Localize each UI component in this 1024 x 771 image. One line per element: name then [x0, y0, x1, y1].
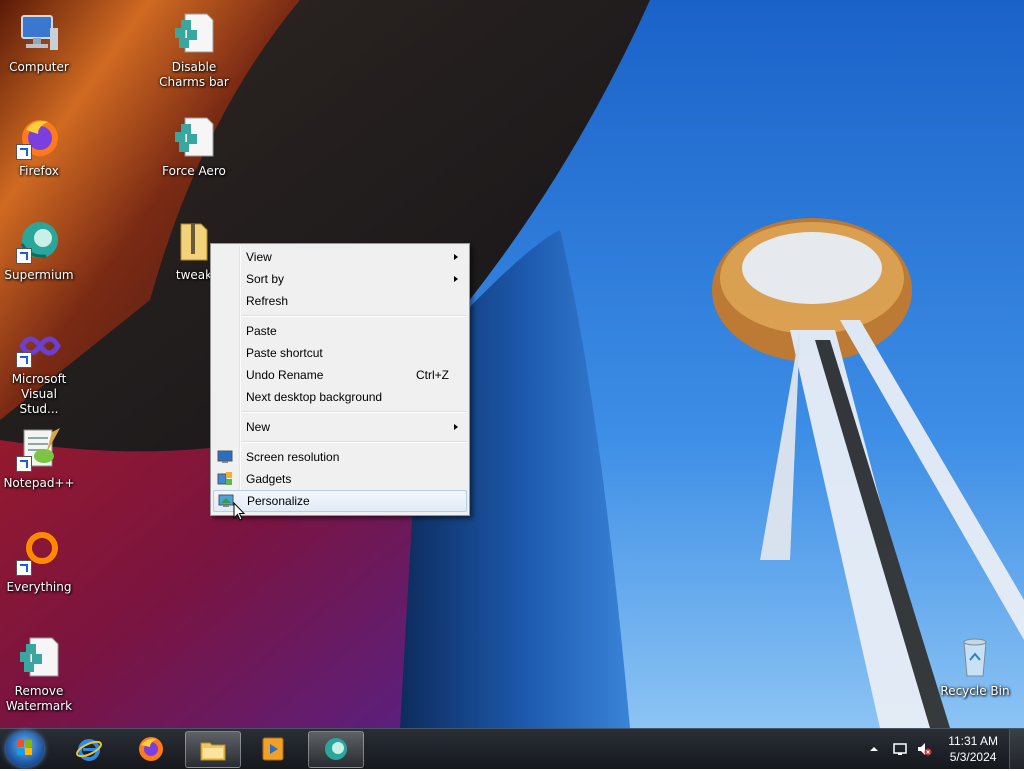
- menu-item-sort-by[interactable]: Sort by: [213, 268, 467, 290]
- taskbar-media-player[interactable]: [246, 731, 300, 766]
- desktop-icon-computer[interactable]: Computer: [0, 10, 78, 75]
- action-center-icon[interactable]: [892, 741, 908, 757]
- desktop-icon-label: Disable Charms bar: [159, 60, 229, 89]
- shortcut-arrow-icon: [16, 352, 32, 368]
- firefox-icon: [139, 737, 163, 761]
- menu-item-undo-rename[interactable]: Undo Rename Ctrl+Z: [213, 364, 467, 386]
- windows-logo-icon: [17, 740, 32, 755]
- desktop-context-menu: View Sort by Refresh Paste Paste shortcu…: [210, 243, 470, 516]
- desktop-icon-label: Everything: [6, 580, 72, 594]
- desktop-icon-firefox[interactable]: Firefox: [0, 114, 78, 179]
- start-button[interactable]: [6, 731, 44, 767]
- shortcut-arrow-icon: [16, 144, 32, 160]
- menu-item-refresh[interactable]: Refresh: [213, 290, 467, 312]
- clock-date: 5/3/2024: [949, 750, 997, 764]
- menu-item-label: Undo Rename: [246, 368, 324, 382]
- recycle-bin-icon: [963, 638, 987, 677]
- media-player-icon: [262, 737, 284, 761]
- desktop[interactable]: Computer Firefox Supermium Microsoft Vis…: [0, 0, 1024, 728]
- menu-item-label: Refresh: [246, 294, 289, 308]
- menu-item-personalize[interactable]: Personalize: [213, 490, 467, 512]
- menu-separator: [241, 411, 467, 413]
- menu-item-shortcut: Ctrl+Z: [416, 368, 449, 382]
- wallpaper: [0, 0, 1024, 728]
- desktop-icon-label: Supermium: [4, 268, 74, 282]
- internet-explorer-icon: [76, 739, 102, 761]
- desktop-icon-disable-charms-bar[interactable]: Disable Charms bar: [155, 10, 233, 90]
- show-hidden-icons-icon[interactable]: [866, 741, 882, 757]
- menu-separator: [241, 315, 467, 317]
- taskbar-supermium[interactable]: [308, 731, 364, 768]
- taskbar-file-explorer[interactable]: [185, 731, 241, 768]
- desktop-icon-notepadpp[interactable]: Notepad++: [0, 426, 78, 491]
- menu-separator: [241, 441, 467, 443]
- menu-item-label: Paste: [246, 324, 277, 338]
- desktop-icon-label: tweak: [175, 268, 213, 282]
- desktop-icon-recycle-bin[interactable]: Recycle Bin: [936, 634, 1014, 699]
- registry-file-icon: [175, 117, 214, 157]
- menu-item-label: New: [246, 420, 271, 434]
- desktop-icon-visual-studio[interactable]: Microsoft Visual Stud...: [0, 322, 78, 417]
- mouse-pointer-icon: [233, 502, 245, 521]
- registry-file-icon: [175, 13, 214, 53]
- shortcut-arrow-icon: [16, 560, 32, 576]
- menu-item-next-desktop-background[interactable]: Next desktop background: [213, 386, 467, 408]
- desktop-icon-force-aero[interactable]: Force Aero: [155, 114, 233, 179]
- taskbar-internet-explorer[interactable]: [62, 731, 116, 766]
- menu-item-label: Next desktop background: [246, 390, 383, 404]
- taskbar: 11:31 AM 5/3/2024: [0, 728, 1024, 769]
- clock-time: 11:31 AM: [948, 734, 998, 748]
- menu-item-view[interactable]: View: [213, 246, 467, 268]
- desktop-icon-label: Microsoft Visual Stud...: [11, 372, 67, 416]
- desktop-icon-supermium[interactable]: Supermium: [0, 218, 78, 283]
- shortcut-arrow-icon: [16, 248, 32, 264]
- desktop-icon-label: Notepad++: [3, 476, 75, 490]
- shortcut-arrow-icon: [16, 456, 32, 472]
- desktop-icon-label: Force Aero: [162, 164, 226, 178]
- desktop-icon-remove-watermark[interactable]: Remove Watermark: [0, 634, 78, 714]
- submenu-arrow-icon: [454, 276, 458, 282]
- system-clock[interactable]: 11:31 AM 5/3/2024: [948, 733, 998, 765]
- desktop-icon-label: Recycle Bin: [940, 684, 1010, 698]
- monitor-icon: [217, 450, 233, 463]
- menu-item-label: Gadgets: [246, 472, 292, 486]
- gadgets-icon: [217, 472, 232, 485]
- menu-item-label: Screen resolution: [246, 450, 340, 464]
- menu-item-label: Personalize: [247, 494, 310, 508]
- desktop-icon-label: Computer: [9, 60, 69, 74]
- menu-item-new[interactable]: New: [213, 416, 467, 438]
- menu-item-label: Sort by: [246, 272, 285, 286]
- folder-icon: [200, 742, 226, 761]
- desktop-icon-label: Remove Watermark: [5, 684, 73, 713]
- personalize-icon: [218, 494, 234, 507]
- supermium-icon: [325, 738, 347, 760]
- desktop-icon-label: Firefox: [19, 164, 59, 178]
- taskbar-firefox[interactable]: [124, 731, 178, 766]
- desktop-icon-everything[interactable]: Everything: [0, 530, 78, 595]
- menu-item-gadgets[interactable]: Gadgets: [213, 468, 467, 490]
- computer-icon: [21, 15, 58, 50]
- menu-item-screen-resolution[interactable]: Screen resolution: [213, 446, 467, 468]
- menu-item-paste-shortcut[interactable]: Paste shortcut: [213, 342, 467, 364]
- submenu-arrow-icon: [454, 254, 458, 260]
- menu-item-paste[interactable]: Paste: [213, 320, 467, 342]
- show-desktop-button[interactable]: [1009, 729, 1024, 769]
- submenu-arrow-icon: [454, 424, 458, 430]
- registry-file-icon: [20, 637, 59, 677]
- menu-item-label: View: [246, 250, 272, 264]
- menu-item-label: Paste shortcut: [246, 346, 323, 360]
- volume-muted-icon[interactable]: [916, 741, 932, 757]
